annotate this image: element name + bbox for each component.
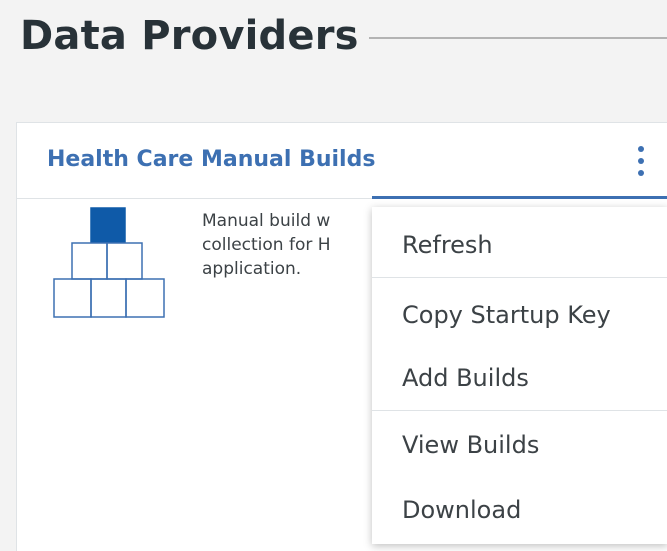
menu-item-refresh[interactable]: Refresh [372, 215, 667, 275]
description-line: application. [202, 259, 302, 279]
menu-divider [372, 277, 667, 278]
overflow-menu-vertical-icon[interactable] [621, 137, 661, 185]
section-divider [368, 37, 667, 39]
menu-item-copy-startup-key[interactable]: Copy Startup Key [372, 285, 667, 345]
card-title[interactable]: Health Care Manual Builds [47, 147, 375, 172]
description-line: Manual build w [202, 211, 331, 231]
overflow-menu: Refresh Copy Startup Key Add Builds View… [372, 207, 667, 544]
overflow-dot [638, 146, 644, 152]
menu-divider [372, 410, 667, 411]
menu-item-view-builds[interactable]: View Builds [372, 415, 667, 475]
card-header: Health Care Manual Builds [17, 123, 667, 199]
card-description: Manual build w collection for H applicat… [202, 209, 382, 281]
section-title: Data Providers [20, 13, 359, 59]
menu-item-add-builds[interactable]: Add Builds [372, 348, 667, 408]
overflow-dot [638, 158, 644, 164]
pyramid-blocks-icon [53, 207, 165, 318]
section-heading: Data Providers [20, 6, 667, 66]
description-line: collection for H [202, 235, 331, 255]
menu-item-download[interactable]: Download [372, 480, 667, 540]
overflow-dot [638, 170, 644, 176]
overflow-active-indicator [372, 196, 667, 199]
page: Data Providers Health Care Manual Builds [0, 0, 667, 551]
